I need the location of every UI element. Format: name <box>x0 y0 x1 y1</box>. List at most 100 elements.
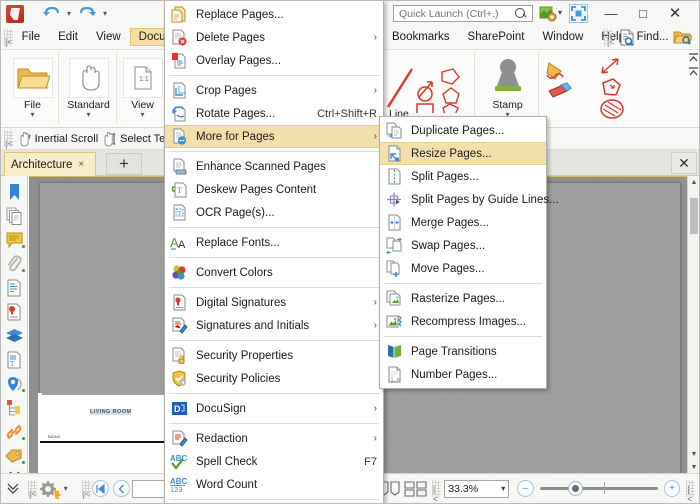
menu-bookmarks[interactable]: Bookmarks <box>383 28 459 46</box>
menu-item-split-pages-by-guide-lines[interactable]: Split Pages by Guide Lines... <box>380 188 559 211</box>
menu-item-docusign[interactable]: D DocuSign › <box>165 397 383 420</box>
settings-dropdown-chevron-icon[interactable]: ▾ <box>61 484 71 493</box>
menu-item-spell-check[interactable]: ABC Spell Check F7 <box>165 450 383 473</box>
customize-dropdown-chevron-icon[interactable]: ▾ <box>558 8 562 17</box>
minimize-button[interactable]: — <box>595 1 627 25</box>
menu-item-redaction[interactable]: Redaction › <box>165 427 383 450</box>
page-view-icon[interactable]: 1:1 <box>122 58 163 98</box>
content-icon[interactable]: T <box>2 348 26 371</box>
menu-item-replace-pages[interactable]: Replace Pages... <box>165 3 383 26</box>
menu-item-rasterize-pages[interactable]: Rasterize Pages... <box>380 287 546 310</box>
fullscreen-icon[interactable] <box>569 4 588 23</box>
quick-launch-input[interactable] <box>397 6 515 21</box>
zoom-level-select[interactable]: 33.3% ▾ <box>444 479 510 498</box>
menu-item-signatures-and-initials[interactable]: Signatures and Initials › <box>165 314 383 337</box>
tool-inertial-scroll[interactable]: Inertial Scroll <box>17 131 98 147</box>
ribbon-group-markup[interactable] <box>541 52 593 124</box>
layers-icon[interactable] <box>2 324 26 347</box>
vertical-scrollbar[interactable]: ▲ ▼ ▼ <box>687 176 699 473</box>
stamp-icon[interactable] <box>488 58 528 98</box>
menu-item-duplicate-pages[interactable]: Duplicate Pages... <box>380 119 546 142</box>
undo-dropdown-chevron-icon[interactable]: ▾ <box>64 9 74 18</box>
ribbon-view-chevron-icon[interactable]: ▾ <box>140 111 144 119</box>
menu-item-rotate-pages[interactable]: Rotate Pages... Ctrl+Shift+R <box>165 102 383 125</box>
folder-icon[interactable] <box>12 58 53 98</box>
zoom-slider-knob[interactable] <box>567 481 583 496</box>
ribbon-file-chevron-icon[interactable]: ▾ <box>30 111 34 119</box>
ribbon-group-line[interactable]: Line <box>383 52 475 124</box>
close-tab-icon[interactable]: × <box>78 159 84 170</box>
menu-item-security-properties[interactable]: Security Properties <box>165 344 383 367</box>
menu-item-deskew-pages-content[interactable]: T Deskew Pages Content <box>165 178 383 201</box>
status-grip-2[interactable] <box>81 480 91 497</box>
redo-dropdown-chevron-icon[interactable]: ▾ <box>100 9 110 18</box>
scrollbar-thumb[interactable] <box>690 198 698 234</box>
close-panel-button[interactable]: ✕ <box>671 152 697 174</box>
new-tab-button[interactable]: + <box>106 153 142 175</box>
menu-item-overlay-pages[interactable]: Overlay Pages... <box>165 49 383 72</box>
comments-icon[interactable] <box>2 228 26 251</box>
document-tab-architecture[interactable]: Architecture × <box>4 152 96 176</box>
menu-item-swap-pages[interactable]: Swap Pages... <box>380 234 546 257</box>
menu-item-more-for-pages[interactable]: More for Pages › <box>165 125 383 148</box>
signatures-icon[interactable] <box>2 300 26 323</box>
quick-launch-box[interactable] <box>393 5 533 22</box>
menu-grip-handle[interactable] <box>4 28 13 46</box>
attachments-icon[interactable] <box>2 252 26 275</box>
menu-sharepoint[interactable]: SharePoint <box>459 28 534 46</box>
ribbon-group-file[interactable]: File ▾ <box>7 52 59 124</box>
undo-arrow-icon[interactable] <box>40 3 62 23</box>
menu-item-move-pages[interactable]: Move Pages... <box>380 257 546 280</box>
status-grip-1[interactable] <box>28 480 37 497</box>
menu-item-merge-pages[interactable]: Merge Pages... <box>380 211 546 234</box>
zoom-dropdown-chevron-icon[interactable]: ▾ <box>501 484 505 493</box>
destinations-icon[interactable] <box>2 372 26 395</box>
tools-toolbar-grip[interactable] <box>4 130 13 147</box>
thumbnails-icon[interactable] <box>2 204 26 227</box>
links-icon[interactable] <box>2 420 26 443</box>
menu-item-recompress-images[interactable]: Recompress Images... <box>380 310 546 333</box>
more-for-pages-submenu[interactable]: Duplicate Pages... Resize Pages... Split… <box>379 116 559 389</box>
zoom-out-button[interactable]: – <box>517 480 534 497</box>
ribbon-group-view[interactable]: 1:1 View ▾ <box>119 52 167 124</box>
previous-page-icon[interactable] <box>113 480 131 497</box>
maximize-button[interactable]: □ <box>627 1 659 25</box>
menu-item-split-pages[interactable]: Split Pages... <box>380 165 546 188</box>
scroll-up-icon[interactable]: ▲ <box>688 176 699 188</box>
facing-pages-layout-icon[interactable] <box>404 480 428 497</box>
menu-item-number-pages[interactable]: 1..N Number Pages... <box>380 363 546 386</box>
customize-toolbar-icon[interactable] <box>539 5 557 22</box>
menu-item-word-count[interactable]: ABC 123 Word Count <box>165 473 383 496</box>
settings-gear-icon[interactable] <box>39 479 61 499</box>
zoom-slider[interactable] <box>539 481 658 496</box>
structure-icon[interactable] <box>2 396 26 419</box>
scroll-down-icon[interactable]: ▼ <box>688 448 699 460</box>
find-label[interactable]: Find... <box>637 31 669 43</box>
search-icon[interactable] <box>515 7 527 20</box>
document-menu-dropdown[interactable]: Replace Pages... Delete Pages › Overlay … <box>164 1 384 503</box>
close-window-button[interactable]: ✕ <box>659 1 691 25</box>
menu-item-replace-fonts[interactable]: AA Replace Fonts... <box>165 231 383 254</box>
menu-item-page-transitions[interactable]: Page Transitions <box>380 340 546 363</box>
ribbon-collapse-icon[interactable] <box>688 52 699 65</box>
menu-item-security-policies[interactable]: Security Policies <box>165 367 383 390</box>
menu-view[interactable]: View <box>87 28 130 46</box>
hand-icon[interactable] <box>68 58 109 98</box>
menu-item-ocr-pages[interactable]: T OCR Page(s)... <box>165 201 383 224</box>
menu-edit[interactable]: Edit <box>49 28 87 46</box>
redo-arrow-icon[interactable] <box>76 3 98 23</box>
menu-item-resize-pages[interactable]: Resize Pages... <box>380 142 546 165</box>
find-page-icon[interactable] <box>619 29 635 46</box>
menu-window[interactable]: Window <box>533 28 592 46</box>
ribbon-collapse-icon-2[interactable] <box>688 66 699 79</box>
bookmarks-icon[interactable] <box>2 180 26 203</box>
status-grip-3[interactable] <box>432 480 441 497</box>
ribbon-group-standard[interactable]: Standard ▾ <box>61 52 117 124</box>
fields-icon[interactable] <box>2 276 26 299</box>
tags-icon[interactable] <box>2 444 26 467</box>
ribbon-group-stamp[interactable]: Stamp ▾ <box>477 52 539 124</box>
menu-item-convert-colors[interactable]: Convert Colors <box>165 261 383 284</box>
find-folder-icon[interactable] <box>672 29 692 45</box>
ribbon-standard-chevron-icon[interactable]: ▾ <box>86 111 90 119</box>
ribbon-group-shapes[interactable] <box>593 52 639 124</box>
